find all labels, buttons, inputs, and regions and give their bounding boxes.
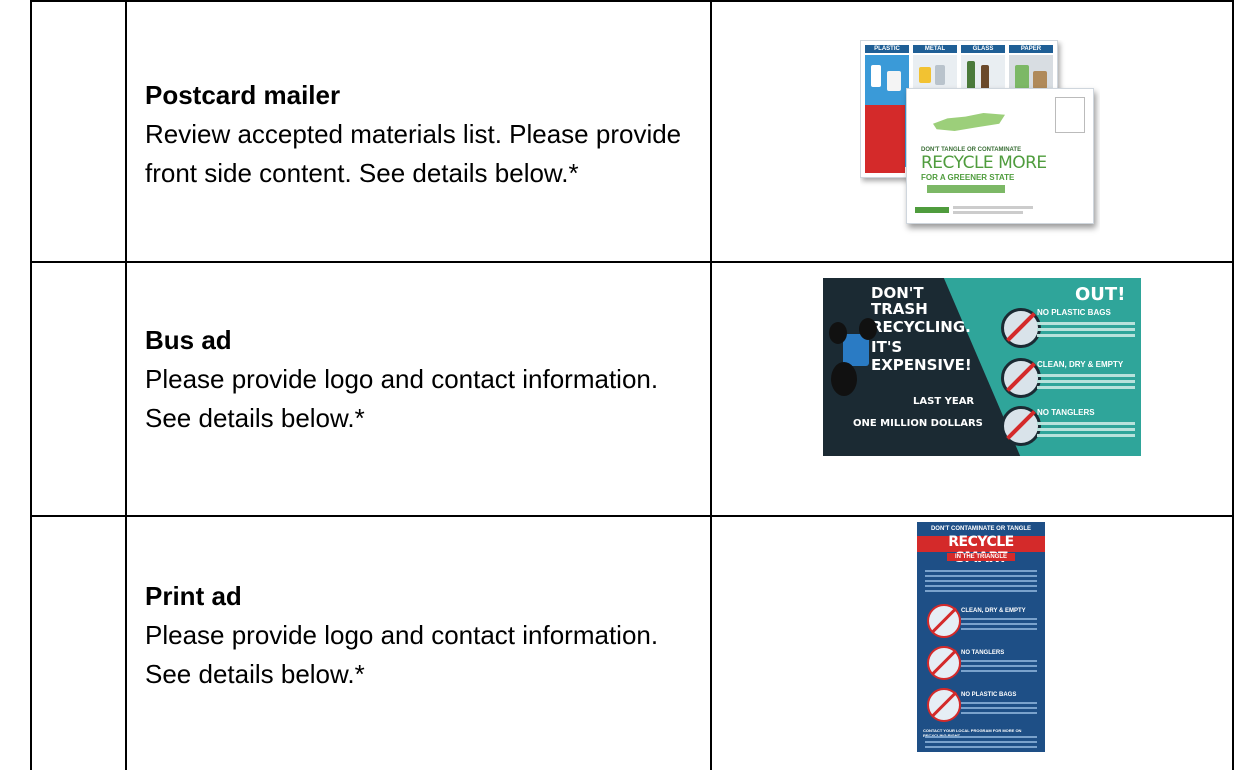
item-text [1037, 428, 1135, 431]
materials-table: Postcard mailer Review accepted material… [30, 0, 1234, 770]
intro-text [925, 585, 1037, 587]
table-row: Bus ad Please provide logo and contact i… [145, 321, 705, 438]
carton-graphic [1015, 65, 1029, 89]
print-ad-headline: RECYCLE SMART [948, 534, 1014, 566]
intro-text [925, 570, 1037, 572]
item-label: CLEAN, DRY & EMPTY [1037, 360, 1124, 369]
print-ad-top-line: DON'T CONTAMINATE OR TANGLE [930, 526, 1032, 532]
item-text [1037, 386, 1135, 389]
front-headline: RECYCLE MORE [921, 153, 1047, 173]
front-banner [927, 185, 1005, 193]
bus-ad-graphic: DON'T TRASH RECYCLING. IT'S EXPENSIVE! O… [823, 278, 1141, 456]
last-year-label: LAST YEAR [913, 396, 975, 407]
item-text [1037, 422, 1135, 425]
can-graphic [919, 67, 931, 83]
item-label: NO PLASTIC BAGS [1037, 308, 1111, 317]
row-divider-2 [30, 515, 1234, 517]
table-row: Postcard mailer Review accepted material… [145, 76, 705, 193]
back-header-metal: METAL [913, 45, 957, 53]
row-title: Print ad [145, 581, 242, 611]
table-border-left [30, 0, 32, 770]
table-row: Print ad Please provide logo and contact… [145, 577, 705, 694]
back-header-paper: PAPER [1009, 45, 1053, 53]
back-header-plastic: PLASTIC [865, 45, 909, 53]
headline-line: EXPENSIVE! [871, 356, 972, 374]
stamp-box [1055, 97, 1085, 133]
trash-bag-graphic [859, 318, 877, 340]
logo-graphic [915, 207, 949, 213]
no-plastic-bags-icon [1001, 308, 1041, 348]
item-text [1037, 380, 1135, 383]
bus-ad-image: DON'T TRASH RECYCLING. IT'S EXPENSIVE! O… [823, 278, 1141, 456]
no-tanglers-icon [927, 646, 961, 680]
intro-text [925, 580, 1037, 582]
table-divider-1 [125, 0, 127, 770]
state-map-graphic [933, 113, 1005, 131]
item-text [961, 628, 1037, 630]
jug-graphic [887, 71, 901, 91]
headline-line: TRASH [871, 300, 928, 318]
headline-line: RECYCLING. [871, 318, 971, 336]
table-border-right [1232, 0, 1234, 770]
amount-label: ONE MILLION DOLLARS [853, 418, 983, 429]
fine-print [953, 211, 1023, 214]
intro-text [925, 590, 1037, 592]
clean-dry-empty-icon [927, 604, 961, 638]
row-description: Please provide logo and contact informat… [145, 620, 659, 689]
print-ad-image: DON'T CONTAMINATE OR TANGLE RECYCLE SMAR… [917, 522, 1045, 752]
footer-text [925, 736, 1037, 738]
no-tanglers-icon [1001, 406, 1041, 446]
row-description: Please provide logo and contact informat… [145, 364, 659, 433]
item-text [961, 623, 1037, 625]
table-border-top [30, 0, 1234, 2]
row-description: Review accepted materials list. Please p… [145, 119, 682, 188]
item-text [1037, 434, 1135, 437]
row-title: Postcard mailer [145, 80, 341, 110]
bottle-graphic [871, 65, 881, 87]
item-label: NO TANGLERS [1037, 408, 1095, 417]
postcard-front: DON'T TANGLE OR CONTAMINATE RECYCLE MORE… [906, 88, 1094, 224]
item-text [961, 712, 1037, 714]
item-text [961, 707, 1037, 709]
trash-bag-graphic [831, 362, 857, 396]
item-text [961, 702, 1037, 704]
item-text [961, 665, 1037, 667]
item-text [961, 660, 1037, 662]
item-text [1037, 334, 1135, 337]
item-heading: NO PLASTIC BAGS [961, 692, 1017, 698]
not-accepted-panel [865, 105, 905, 173]
item-text [1037, 328, 1135, 331]
print-ad-subhead: IN THE TRIANGLE [955, 554, 1007, 560]
headline-line: IT'S [871, 338, 903, 356]
item-text [1037, 374, 1135, 377]
no-plastic-bags-icon [927, 688, 961, 722]
intro-text [925, 575, 1037, 577]
front-subline: FOR A GREENER STATE [921, 173, 1015, 182]
item-heading: CLEAN, DRY & EMPTY [961, 608, 1026, 614]
item-text [961, 670, 1037, 672]
table-divider-2 [710, 0, 712, 770]
item-text [1037, 322, 1135, 325]
row-title: Bus ad [145, 325, 232, 355]
clean-dry-empty-icon [1001, 358, 1041, 398]
out-label: OUT! [1075, 284, 1126, 305]
item-text [961, 618, 1037, 620]
footer-text [925, 746, 1037, 748]
item-heading: NO TANGLERS [961, 650, 1005, 656]
can-graphic [935, 65, 945, 85]
trash-bag-graphic [829, 322, 847, 344]
glass-bottle-graphic [967, 61, 975, 91]
paper-graphic [1033, 71, 1047, 89]
footer-text [925, 741, 1037, 743]
back-header-glass: GLASS [961, 45, 1005, 53]
row-divider-1 [30, 261, 1234, 263]
fine-print [953, 206, 1033, 209]
print-ad-graphic: DON'T CONTAMINATE OR TANGLE RECYCLE SMAR… [917, 522, 1045, 752]
postcard-mailer-image: PLASTIC METAL GLASS PAPER DON'T TANGLE O… [860, 40, 1100, 240]
